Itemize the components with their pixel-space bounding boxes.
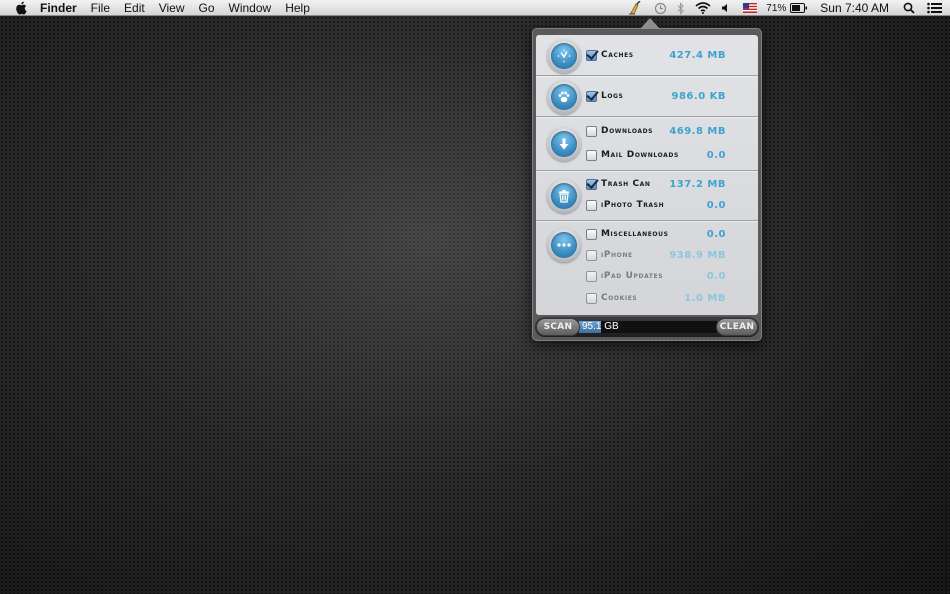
disk-space-total: 95.1 GB — [582, 320, 619, 334]
logs-size: 986.0 KB — [671, 90, 726, 102]
mail-downloads-size: 0.0 — [706, 149, 726, 161]
broom-cleaner-icon[interactable] — [628, 1, 644, 15]
ellipsis-icon — [547, 228, 581, 262]
ipad-updates-label: iPad Updates — [601, 271, 664, 281]
popover-arrow — [640, 18, 660, 29]
trash-can-size: 137.2 MB — [669, 178, 726, 190]
caches-checkbox[interactable] — [586, 49, 597, 61]
battery-icon[interactable] — [790, 3, 808, 13]
menu-edit[interactable]: Edit — [124, 0, 145, 16]
wifi-icon[interactable] — [695, 2, 711, 14]
item-cookies: Cookies 1.0 MB — [586, 290, 754, 306]
item-downloads: Downloads 469.8 MB — [586, 123, 754, 139]
cookies-label: Cookies — [601, 293, 638, 303]
group-logs: Logs 986.0 KB — [536, 76, 758, 117]
ipad-updates-checkbox[interactable] — [586, 270, 597, 282]
ipad-updates-size: 0.0 — [706, 270, 726, 282]
download-arrow-icon — [547, 127, 581, 161]
volume-icon[interactable] — [721, 3, 729, 13]
bluetooth-icon[interactable] — [677, 1, 685, 15]
notification-center-icon[interactable] — [927, 2, 942, 14]
menu-help[interactable]: Help — [285, 0, 310, 16]
item-miscellaneous: Miscellaneous 0.0 — [586, 226, 754, 242]
item-logs: Logs 986.0 KB — [586, 88, 754, 104]
item-trash-can: Trash Can 137.2 MB — [586, 176, 754, 192]
item-mail-downloads: Mail Downloads 0.0 — [586, 147, 754, 163]
group-miscellaneous: Miscellaneous 0.0 iPhone 938.9 MB iPad U… — [536, 221, 758, 315]
group-downloads: Downloads 469.8 MB Mail Downloads 0.0 — [536, 117, 758, 171]
mail-downloads-label: Mail Downloads — [601, 150, 679, 160]
group-trash: Trash Can 137.2 MB iPhoto Trash 0.0 — [536, 171, 758, 221]
cleaner-panel: Caches 427.4 MB Logs 986.0 KB Downloads … — [536, 35, 758, 315]
time-machine-icon[interactable] — [654, 2, 667, 15]
clean-button[interactable]: CLEAN — [716, 318, 758, 336]
iphone-checkbox[interactable] — [586, 249, 597, 261]
menu-file[interactable]: File — [91, 0, 110, 16]
iphoto-trash-checkbox[interactable] — [586, 199, 597, 211]
mail-downloads-checkbox[interactable] — [586, 149, 597, 161]
disk-space-value: 95.1 — [582, 321, 602, 332]
miscellaneous-size: 0.0 — [706, 228, 726, 240]
logs-checkbox[interactable] — [586, 90, 597, 102]
miscellaneous-label: Miscellaneous — [601, 229, 669, 239]
item-iphone: iPhone 938.9 MB — [586, 247, 754, 263]
cookies-checkbox[interactable] — [586, 292, 597, 304]
disk-space-bar: 95.1 GB — [579, 321, 717, 333]
miscellaneous-checkbox[interactable] — [586, 228, 597, 240]
item-iphoto-trash: iPhoto Trash 0.0 — [586, 197, 754, 213]
cookies-size: 1.0 MB — [684, 292, 726, 304]
clock-icon — [547, 39, 581, 73]
paw-icon — [547, 80, 581, 114]
cleaner-popover: Caches 427.4 MB Logs 986.0 KB Downloads … — [532, 18, 762, 341]
menu-finder[interactable]: Finder — [40, 0, 77, 16]
us-flag-input-icon[interactable] — [743, 3, 758, 13]
menu-window[interactable]: Window — [229, 0, 272, 16]
trash-can-checkbox[interactable] — [586, 178, 597, 190]
iphoto-trash-label: iPhoto Trash — [601, 200, 665, 210]
menu-view[interactable]: View — [159, 0, 185, 16]
caches-size: 427.4 MB — [669, 49, 726, 61]
trash-icon — [547, 179, 581, 213]
iphone-size: 938.9 MB — [669, 249, 726, 261]
bottom-bar: 95.1 GB SCAN CLEAN — [535, 317, 759, 337]
battery-percent[interactable]: 71% — [766, 3, 786, 14]
iphoto-trash-size: 0.0 — [706, 199, 726, 211]
downloads-checkbox[interactable] — [586, 125, 597, 137]
menu-bar: Finder File Edit View Go Window Help 71%… — [0, 0, 950, 16]
spotlight-search-icon[interactable] — [903, 2, 915, 14]
apple-menu-icon[interactable] — [14, 1, 28, 15]
item-ipad-updates: iPad Updates 0.0 — [586, 268, 754, 284]
disk-space-unit: GB — [604, 321, 619, 332]
item-caches: Caches 427.4 MB — [586, 47, 754, 63]
menu-go[interactable]: Go — [199, 0, 215, 16]
scan-button[interactable]: SCAN — [536, 318, 580, 336]
downloads-size: 469.8 MB — [669, 125, 726, 137]
group-caches: Caches 427.4 MB — [536, 35, 758, 76]
menubar-clock[interactable]: Sun 7:40 AM — [820, 1, 889, 15]
